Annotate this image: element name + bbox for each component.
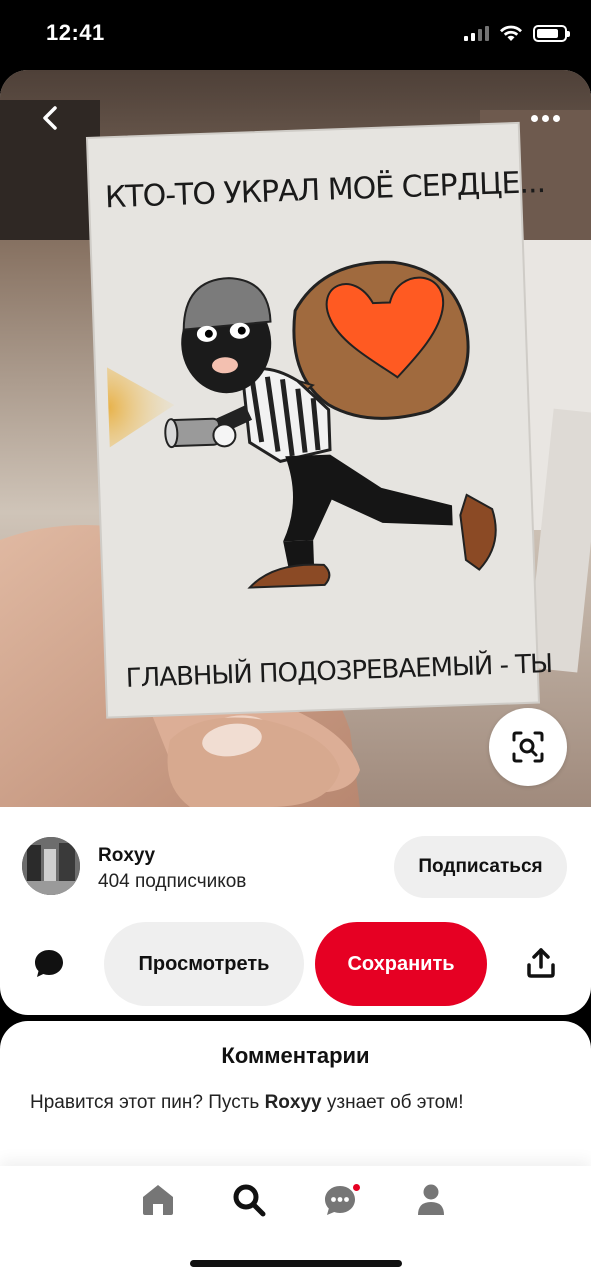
bottom-tab-bar [0, 1166, 591, 1280]
pin-photo: КТО-ТО УКРАЛ МОЁ СЕРДЦЕ... ГЛАВНЫЙ ПОДОЗ… [0, 70, 591, 807]
visual-search-button[interactable] [489, 708, 567, 786]
comment-button[interactable] [32, 946, 66, 980]
comments-title: Комментарии [221, 1043, 370, 1068]
cellular-signal-icon [464, 25, 489, 41]
status-icons [464, 24, 570, 42]
notification-dot [351, 1182, 362, 1193]
profile-icon [418, 1184, 444, 1215]
share-upload-icon [527, 948, 555, 978]
home-indicator [190, 1260, 402, 1267]
comment-bubble-icon [35, 950, 63, 977]
visual-search-icon [512, 731, 544, 763]
home-icon [143, 1185, 173, 1215]
author-name[interactable]: Roxyy [98, 845, 155, 867]
back-button[interactable] [30, 98, 70, 138]
tab-profile[interactable] [411, 1180, 451, 1220]
share-button[interactable] [524, 946, 558, 980]
battery-icon [533, 24, 570, 42]
comments-prompt: Нравится этот пин? Пусть Roxyy узнает об… [30, 1092, 464, 1113]
search-icon [233, 1184, 266, 1217]
action-row: Просмотреть Сохранить [0, 920, 591, 1010]
more-dots-icon [530, 114, 538, 122]
save-button[interactable]: Сохранить [315, 922, 487, 1006]
status-time: 12:41 [46, 20, 105, 45]
chevron-left-icon [43, 106, 57, 130]
status-bar: 12:41 [0, 0, 591, 70]
tab-home[interactable] [138, 1180, 178, 1220]
more-options-button[interactable] [525, 106, 565, 130]
wifi-icon [500, 25, 522, 41]
pin-image[interactable]: КТО-ТО УКРАЛ МОЁ СЕРДЦЕ... ГЛАВНЫЙ ПОДОЗ… [0, 70, 591, 807]
avatar[interactable] [22, 837, 80, 895]
comments-prompt-author: Roxyy [264, 1092, 322, 1113]
view-button[interactable]: Просмотреть [104, 922, 304, 1006]
tab-messages[interactable] [320, 1180, 362, 1220]
tab-search[interactable] [229, 1180, 269, 1220]
author-row: Roxyy 404 подписчиков Подписаться [0, 807, 591, 917]
pin-detail-sheet: КТО-ТО УКРАЛ МОЁ СЕРДЦЕ... ГЛАВНЫЙ ПОДОЗ… [0, 70, 591, 1015]
author-followers: 404 подписчиков [98, 871, 247, 892]
follow-button[interactable]: Подписаться [394, 836, 567, 898]
